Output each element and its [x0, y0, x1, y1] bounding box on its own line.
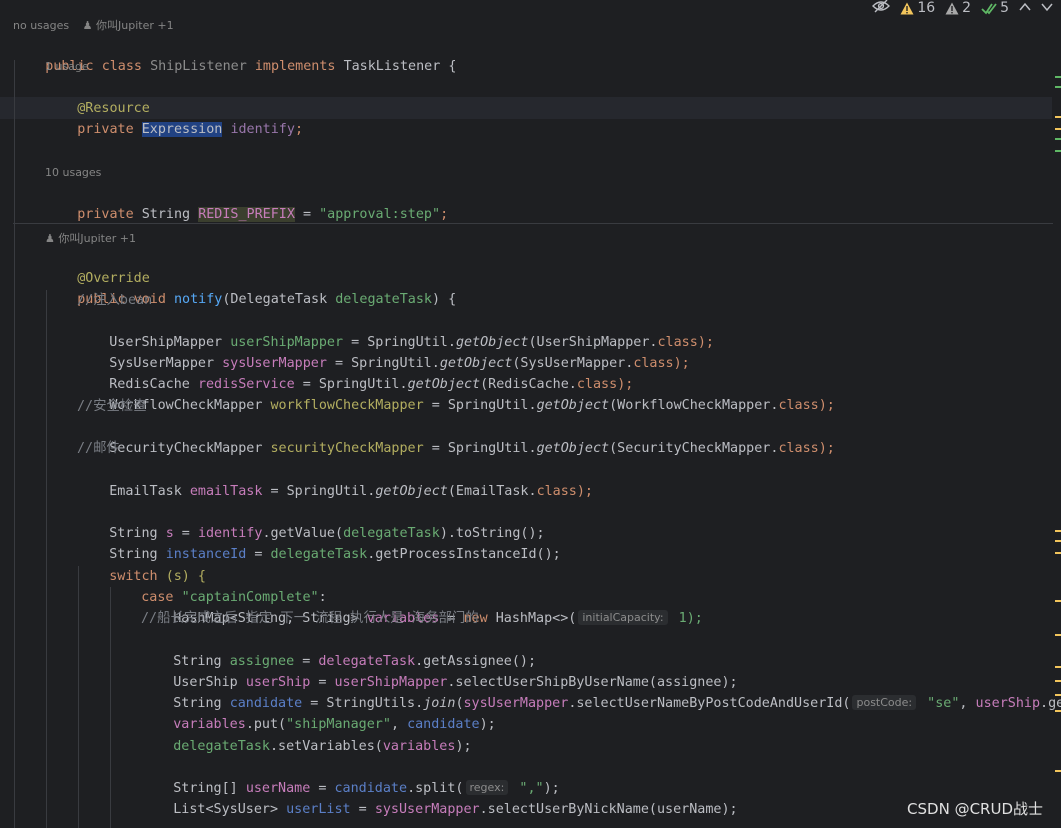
code-line: private String REDIS_PREFIX = "approval:…: [77, 207, 449, 222]
ok-indicator[interactable]: 5: [981, 0, 1009, 16]
stripe-marker[interactable]: [1055, 138, 1061, 140]
code-line: WorkflowCheckMapper workflowCheckMapper …: [109, 398, 835, 413]
code-line: SecurityCheckMapper securityCheckMapper …: [109, 441, 835, 456]
person-icon: ♟: [45, 232, 55, 245]
code-line: //注入bean: [77, 293, 153, 308]
code-editor[interactable]: 16 2 5 no usages ♟ 你叫Jupiter +1 public c…: [0, 0, 1061, 828]
author-label: 你叫Jupiter +1: [96, 19, 174, 32]
stripe-marker[interactable]: [1055, 530, 1061, 532]
usages-hint[interactable]: no usages ♟ 你叫Jupiter +1: [13, 17, 174, 33]
code-line: String assignee = delegateTask.getAssign…: [173, 654, 537, 669]
usages-hint[interactable]: 10 usages: [45, 166, 101, 179]
code-line: switch (s) {: [109, 569, 206, 584]
weak-warnings-indicator[interactable]: 2: [945, 0, 971, 16]
author-label: 你叫Jupiter +1: [58, 232, 136, 245]
code-line: private Expression identify;: [77, 122, 303, 137]
error-stripe[interactable]: [1053, 0, 1061, 828]
code-line: @Resource: [77, 101, 150, 116]
warnings-indicator[interactable]: 16: [900, 0, 935, 16]
weak-warnings-count: 2: [962, 0, 972, 16]
stripe-marker[interactable]: [1055, 680, 1061, 682]
code-line: //邮件: [77, 441, 120, 456]
code-line: delegateTask.setVariables(variables);: [173, 739, 472, 754]
code-line: List<SysUser> userList = sysUserMapper.s…: [173, 802, 738, 817]
stripe-marker[interactable]: [1055, 116, 1061, 118]
double-check-icon: [981, 2, 997, 14]
stripe-marker[interactable]: [1055, 634, 1061, 636]
person-icon: ♟: [82, 19, 93, 32]
stripe-marker[interactable]: [1055, 150, 1061, 152]
code-line: @Override: [77, 271, 150, 286]
warning-icon: [900, 2, 914, 14]
ok-count: 5: [1000, 0, 1009, 16]
code-line: UserShipMapper userShipMapper = SpringUt…: [109, 335, 714, 350]
watermark: CSDN @CRUD战士: [907, 800, 1043, 818]
usages-hint[interactable]: 1 usage: [45, 60, 89, 73]
stripe-marker[interactable]: [1055, 710, 1061, 712]
usages-label: no usages: [13, 19, 70, 32]
code-line: public class ShipListener implements Tas…: [45, 59, 457, 74]
stripe-marker[interactable]: [1055, 552, 1061, 554]
stripe-marker[interactable]: [1055, 694, 1061, 696]
inspection-widget: 16 2 5: [872, 0, 1053, 16]
code-line: SysUserMapper sysUserMapper = SpringUtil…: [109, 356, 690, 371]
author-hint[interactable]: ♟ 你叫Jupiter +1: [45, 230, 136, 246]
stripe-marker[interactable]: [1055, 600, 1061, 602]
code-line: //船长完成之后 指定 下一 流程 执行人是 海务部门的: [141, 611, 479, 626]
parameter-hint: initialCapacity:: [578, 610, 668, 625]
code-line: String[] userName = candidate.split(rege…: [173, 780, 560, 796]
code-line: HashMap<String, String> variables = new …: [173, 610, 703, 626]
stripe-marker[interactable]: [1055, 540, 1061, 542]
code-line: EmailTask emailTask = SpringUtil.getObje…: [109, 484, 593, 499]
warnings-count: 16: [917, 0, 936, 16]
code-line: case "captainComplete":: [141, 590, 327, 605]
indent-guide: [14, 60, 15, 828]
chevron-up-icon[interactable]: [1019, 0, 1031, 16]
code-line: String instanceId = delegateTask.getProc…: [109, 547, 561, 562]
chevron-down-icon[interactable]: [1041, 0, 1053, 16]
eye-slash-icon[interactable]: [872, 0, 891, 17]
stripe-marker[interactable]: [1055, 128, 1061, 130]
stripe-marker[interactable]: [1055, 666, 1061, 668]
code-line: RedisCache redisService = SpringUtil.get…: [109, 377, 634, 392]
code-line: UserShip userShip = userShipMapper.selec…: [173, 675, 738, 690]
code-line: String s = identify.getValue(delegateTas…: [109, 526, 545, 541]
code-line: //安全检查: [77, 399, 147, 414]
code-line: public void notify(DelegateTask delegate…: [77, 292, 457, 307]
stripe-marker[interactable]: [1055, 86, 1061, 88]
stripe-marker[interactable]: [1055, 770, 1061, 772]
code-line: String candidate = StringUtils.join(sysU…: [173, 695, 1061, 711]
indent-guide: [46, 290, 47, 828]
parameter-hint: postCode:: [852, 695, 917, 710]
code-line: variables.put("shipManager", candidate);: [173, 717, 496, 732]
stripe-marker[interactable]: [1055, 76, 1061, 78]
weak-warning-icon: [945, 2, 959, 14]
